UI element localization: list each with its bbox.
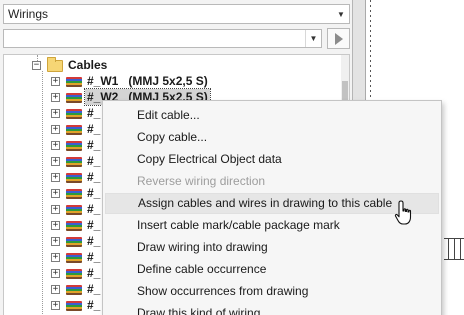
menu-item-edit-cable[interactable]: Edit cable... bbox=[105, 105, 439, 126]
expand-toggle[interactable]: + bbox=[51, 285, 60, 294]
cable-id: #_ bbox=[87, 282, 101, 296]
category-combobox[interactable]: Wirings ▼ bbox=[3, 4, 350, 24]
cable-icon bbox=[66, 141, 82, 151]
cable-context-menu: Edit cable... Copy cable... Copy Electri… bbox=[102, 100, 442, 315]
filter-combobox[interactable]: ▼ bbox=[3, 29, 322, 48]
cable-icon bbox=[66, 205, 82, 215]
menu-item-draw-this-kind-of-wiring[interactable]: Draw this kind of wiring bbox=[105, 303, 439, 315]
expand-toggle[interactable]: + bbox=[51, 141, 60, 150]
menu-item-assign-cables-and-wires[interactable]: Assign cables and wires in drawing to th… bbox=[105, 193, 439, 214]
cable-id: #_ bbox=[87, 170, 101, 184]
menu-item-reverse-wiring-direction: Reverse wiring direction bbox=[137, 174, 266, 188]
cable-icon bbox=[66, 237, 82, 247]
cable-icon bbox=[66, 253, 82, 263]
chevron-down-icon[interactable]: ▼ bbox=[305, 30, 321, 47]
expand-toggle[interactable]: + bbox=[51, 125, 60, 134]
expand-toggle[interactable]: + bbox=[51, 301, 60, 310]
menu-item-insert-cable-mark[interactable]: Insert cable mark/cable package mark bbox=[105, 215, 439, 236]
tree-node-cable[interactable]: + #_ bbox=[4, 185, 104, 201]
menu-item-show-occurrences[interactable]: Show occurrences from drawing bbox=[105, 281, 439, 302]
filter-input[interactable] bbox=[6, 31, 302, 46]
cable-icon bbox=[66, 125, 82, 135]
cable-description: (MMJ 5x2,5 S) bbox=[128, 74, 208, 88]
tree-node-cable[interactable]: + #_W1 (MMJ 5x2,5 S) bbox=[4, 73, 334, 89]
tree-node-cables[interactable]: − Cables bbox=[4, 57, 334, 73]
expand-toggle[interactable]: + bbox=[51, 237, 60, 246]
cable-id: #_ bbox=[87, 234, 101, 248]
expand-toggle[interactable]: + bbox=[51, 173, 60, 182]
tree-node-cable[interactable]: + #_ bbox=[4, 137, 104, 153]
cable-icon bbox=[66, 173, 82, 183]
tree-node-cable[interactable]: + #_ bbox=[4, 233, 104, 249]
cable-icon bbox=[66, 189, 82, 199]
tree-node-cable[interactable]: + #_ bbox=[4, 105, 104, 121]
cable-id: #_ bbox=[87, 106, 101, 120]
cable-id: #_ bbox=[87, 122, 101, 136]
expand-toggle[interactable]: + bbox=[51, 93, 60, 102]
cable-icon bbox=[66, 301, 82, 311]
menu-item-copy-cable[interactable]: Copy cable... bbox=[105, 127, 439, 148]
cable-id: #_ bbox=[87, 202, 101, 216]
cable-id: #_ bbox=[87, 266, 101, 280]
cable-id: #_ bbox=[87, 138, 101, 152]
expand-toggle[interactable]: + bbox=[51, 77, 60, 86]
cable-id: #_ bbox=[87, 218, 101, 232]
cable-id: #_ bbox=[87, 154, 101, 168]
collapse-toggle[interactable]: − bbox=[32, 61, 41, 70]
folder-open-icon bbox=[47, 57, 63, 72]
cable-id: #_W1 bbox=[87, 74, 119, 88]
expand-toggle[interactable]: + bbox=[51, 189, 60, 198]
tree-node-label: Cables bbox=[68, 58, 108, 72]
cable-icon bbox=[66, 109, 82, 119]
category-combobox-value: Wirings bbox=[8, 7, 49, 21]
arrow-right-icon bbox=[334, 32, 343, 45]
cable-icon bbox=[66, 285, 82, 295]
cable-id: #_ bbox=[87, 250, 101, 264]
cable-id: #_ bbox=[87, 186, 101, 200]
cable-icon bbox=[66, 77, 82, 87]
hand-pointer-icon bbox=[394, 200, 412, 225]
cable-id: #_ bbox=[87, 298, 101, 312]
expand-toggle[interactable]: + bbox=[51, 221, 60, 230]
expand-toggle[interactable]: + bbox=[51, 269, 60, 278]
tree-node-cable[interactable]: + #_ bbox=[4, 265, 104, 281]
tree-node-cable[interactable]: + #_ bbox=[4, 153, 104, 169]
expand-toggle[interactable]: + bbox=[51, 205, 60, 214]
tree-node-cable[interactable]: + #_ bbox=[4, 121, 104, 137]
cable-icon bbox=[66, 93, 82, 103]
menu-item-copy-electrical-object-data[interactable]: Copy Electrical Object data bbox=[105, 149, 439, 170]
tree-node-cable[interactable]: + #_ bbox=[4, 169, 104, 185]
menu-item-define-cable-occurrence[interactable]: Define cable occurrence bbox=[105, 259, 439, 280]
expand-toggle[interactable]: + bbox=[51, 157, 60, 166]
cable-icon bbox=[66, 157, 82, 167]
tree-node-cable[interactable]: + #_ bbox=[4, 201, 104, 217]
tree-node-cable[interactable]: + #_ bbox=[4, 281, 104, 297]
chevron-down-icon[interactable]: ▼ bbox=[333, 5, 349, 23]
tree-node-cable[interactable]: + #_ bbox=[4, 297, 104, 313]
expand-toggle[interactable]: + bbox=[51, 253, 60, 262]
drawing-wire-fragment bbox=[444, 238, 464, 260]
tree-node-cable[interactable]: + #_ bbox=[4, 217, 104, 233]
menu-item-draw-wiring[interactable]: Draw wiring into drawing bbox=[105, 237, 439, 258]
tree-node-cable[interactable]: + #_ bbox=[4, 249, 104, 265]
cable-icon bbox=[66, 269, 82, 279]
apply-filter-button[interactable] bbox=[327, 28, 350, 49]
cable-icon bbox=[66, 221, 82, 231]
expand-toggle[interactable]: + bbox=[51, 109, 60, 118]
